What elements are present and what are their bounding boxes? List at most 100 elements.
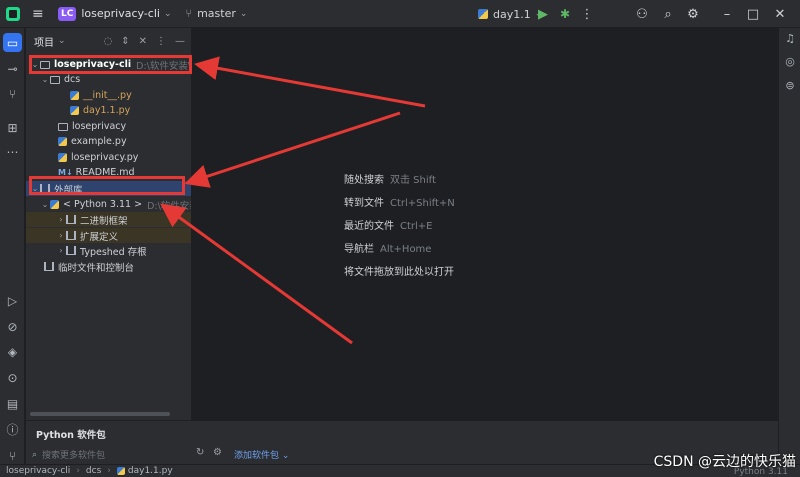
package-search-field[interactable]: ⌕ 搜索更多软件包 [32, 447, 192, 462]
folder-icon [50, 75, 60, 84]
python-file-icon [70, 106, 79, 115]
settings-gear-icon[interactable]: ⚙ [213, 447, 222, 458]
tree-row-loseprivacy-folder[interactable]: loseprivacy [26, 119, 191, 134]
add-user-icon[interactable]: ⚇ [634, 0, 650, 28]
more-actions-icon[interactable]: ⋮ [580, 0, 594, 28]
tree-label: < Python 3.11 > [63, 199, 143, 210]
ai-assistant-icon[interactable]: ◎ [782, 53, 798, 69]
library-icon [66, 246, 76, 255]
project-switcher[interactable]: loseprivacy-cli [81, 7, 160, 20]
tree-row-typeshed[interactable]: › Typeshed 存根 [26, 243, 191, 258]
left-tool-window-bar: ▭ ⊸ ⑂ ⊞ ⋯ ▷ ⊘ ◈ ⊙ ▤ ⓘ ⑂ [0, 28, 25, 477]
annotation-box-project-root [29, 55, 192, 74]
library-icon [66, 231, 76, 240]
python-file-icon [58, 137, 67, 146]
tree-label: __init__.py [83, 90, 132, 101]
python-file-icon [70, 91, 79, 100]
main-menu-icon[interactable]: ≡ [32, 6, 46, 22]
editor-empty-area[interactable]: 随处搜索 双击 Shift 转到文件 Ctrl+Shift+N 最近的文件 Ctrl+… [193, 28, 778, 420]
python-file-icon [58, 153, 67, 162]
hint-search-everywhere: 随处搜索 双击 Shift [344, 175, 436, 186]
project-folder-icon[interactable]: ▭ [3, 33, 22, 52]
python-sdk-icon [50, 200, 59, 209]
project-tree-scrollbar[interactable] [26, 412, 192, 417]
refresh-icon[interactable]: ↻ [196, 447, 204, 458]
branch-switcher[interactable]: ⑂ master ⌄ [185, 7, 247, 20]
services-icon[interactable]: ⊙ [3, 368, 22, 387]
hint-go-to-file: 转到文件 Ctrl+Shift+N [344, 198, 455, 209]
expand-all-icon[interactable]: ⇕ [121, 36, 129, 47]
project-badge[interactable]: LC [58, 6, 77, 21]
tree-row-binary-skeletons[interactable]: › 二进制框架 [26, 212, 191, 227]
run-icon[interactable]: ▶ [536, 0, 550, 28]
branch-name: master [197, 7, 236, 20]
git-branch-icon: ⑂ [185, 7, 193, 20]
python-packages-icon[interactable]: ◈ [3, 342, 22, 361]
breadcrumb-file[interactable]: day1.1.py [128, 466, 173, 476]
search-icon[interactable]: ⌕ [660, 0, 676, 28]
python-file-icon [478, 9, 488, 19]
pull-requests-icon[interactable]: ⑂ [3, 84, 22, 103]
breadcrumb-project[interactable]: loseprivacy-cli [6, 466, 70, 476]
hint-recent-files: 最近的文件 Ctrl+E [344, 221, 433, 232]
terminal-icon[interactable]: ▤ [3, 394, 22, 413]
structure-icon[interactable]: ⊞ [3, 118, 22, 137]
commit-icon[interactable]: ⊸ [3, 59, 22, 78]
notifications-icon[interactable]: ♫ [782, 30, 798, 46]
add-package-button[interactable]: 添加软件包 ⌄ [234, 448, 289, 461]
package-search-placeholder: 搜索更多软件包 [42, 451, 106, 461]
minimize-icon[interactable]: – [719, 0, 735, 28]
problems-icon[interactable]: ⓘ [3, 420, 22, 439]
right-tool-window-bar: ♫ ◎ ⊜ [778, 28, 800, 477]
run-tool-icon[interactable]: ▷ [3, 291, 22, 310]
expand-arrow-icon[interactable]: › [56, 215, 66, 224]
project-panel-title[interactable]: 项目 [34, 34, 54, 49]
tree-label: loseprivacy.py [71, 152, 139, 163]
folder-icon [58, 122, 68, 131]
locate-file-icon[interactable]: ◌ [103, 36, 112, 47]
chevron-down-icon: ⌄ [239, 8, 248, 19]
annotation-box-external-libraries [29, 176, 185, 195]
python-console-icon[interactable]: ⊘ [3, 317, 22, 336]
run-config-name: day1.1 [493, 7, 531, 21]
run-configuration-selector[interactable]: day1.1 ⌄ [478, 0, 542, 28]
hint-drop-files: 将文件拖放到此处以打开 [344, 267, 454, 278]
settings-gear-icon[interactable]: ⚙ [685, 0, 701, 28]
tree-row-extension-definitions[interactable]: › 扩展定义 [26, 228, 191, 243]
breadcrumb-folder[interactable]: dcs [86, 466, 101, 476]
collapse-all-icon[interactable]: ✕ [139, 36, 147, 47]
maximize-icon[interactable]: □ [745, 0, 761, 28]
close-icon[interactable]: ✕ [772, 0, 788, 28]
tree-row-scratches[interactable]: 临时文件和控制台 [26, 259, 191, 274]
tree-row-python-sdk[interactable]: ⌄ < Python 3.11 > D:\软件安装\p [26, 197, 191, 212]
tree-label: Typeshed 存根 [80, 246, 147, 258]
tree-row-day11[interactable]: day1.1.py [26, 103, 191, 118]
chevron-down-icon[interactable]: ⌄ [58, 36, 66, 46]
python-file-icon [116, 467, 125, 475]
tree-row-loseprivacy-py[interactable]: loseprivacy.py [26, 150, 191, 165]
tree-path: D:\软件安装\p [147, 200, 191, 212]
tree-row-init[interactable]: __init__.py [26, 88, 191, 103]
database-icon[interactable]: ⊜ [782, 77, 798, 93]
more-tools-icon[interactable]: ⋯ [3, 142, 22, 161]
tree-label: example.py [71, 136, 127, 147]
hint-navigation-bar: 导航栏 Alt+Home [344, 244, 432, 255]
tree-label: 临时文件和控制台 [58, 262, 135, 274]
version-control-icon[interactable]: ⑂ [3, 446, 22, 465]
expand-arrow-icon[interactable]: › [56, 231, 66, 240]
library-icon [66, 215, 76, 224]
options-icon[interactable]: ⋮ [156, 36, 166, 47]
debug-icon[interactable]: ✱ [558, 0, 572, 28]
expand-arrow-icon[interactable]: ⌄ [40, 200, 50, 209]
hide-panel-icon[interactable]: — [175, 36, 185, 47]
title-bar: ≡ LC loseprivacy-cli ⌄ ⑂ master ⌄ day1.1… [0, 0, 800, 28]
expand-arrow-icon[interactable]: ⌄ [40, 75, 50, 84]
tree-label: dcs [64, 74, 81, 85]
chevron-down-icon[interactable]: ⌄ [164, 9, 172, 19]
expand-arrow-icon[interactable]: › [56, 246, 66, 255]
tree-row-dcs[interactable]: ⌄ dcs [26, 72, 191, 87]
search-icon: ⌕ [32, 449, 38, 460]
tree-row-example[interactable]: example.py [26, 134, 191, 149]
pycharm-logo-icon[interactable] [6, 6, 20, 21]
tree-label: loseprivacy [72, 121, 127, 132]
